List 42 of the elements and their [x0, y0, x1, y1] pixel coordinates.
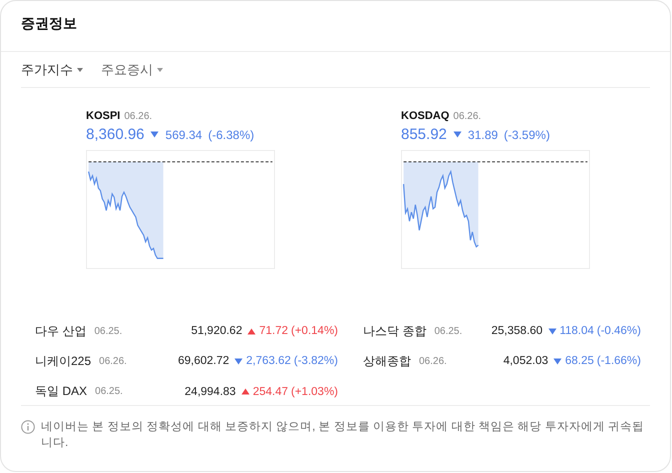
market-percent: (+0.14%): [291, 325, 338, 337]
market-percent: (-3.82%): [294, 355, 338, 368]
index-change: 569.34: [165, 128, 202, 142]
market-percent: (-0.46%): [596, 325, 641, 337]
market-date: 06.25.: [95, 386, 123, 398]
market-change: 71.72: [259, 325, 288, 337]
market-name: 나스닥 종합: [363, 322, 426, 340]
market-date: 06.25.: [434, 326, 462, 336]
market-name: 다우 산업: [35, 322, 86, 340]
index-percent: (-3.59%): [504, 128, 550, 142]
index-date: 06.26.: [453, 111, 482, 122]
index-name: KOSDAQ: [401, 110, 450, 122]
market-name: 상해종합: [363, 352, 411, 370]
market-value: 69,602.72: [176, 355, 230, 368]
info-icon: [21, 420, 35, 434]
index-percent: (-6.38%): [208, 128, 254, 142]
market-change: 68.25: [565, 355, 594, 368]
dropdown-tab[interactable]: 주가지수: [21, 60, 83, 78]
dropdown-tab[interactable]: 주요증시: [101, 60, 163, 78]
market-change: 2,763.62: [246, 355, 291, 368]
caret-icon: [77, 68, 83, 72]
index-value: 8,360.96: [86, 126, 144, 143]
market-date: 06.25.: [94, 326, 122, 336]
market-change: 118.04: [560, 325, 594, 337]
caret-icon: [157, 68, 163, 72]
market-value: 25,358.60: [490, 325, 543, 337]
disclaimer-text: 네이버는 본 정보의 정확성에 대해 보증하지 않으며, 본 정보를 이용한 투자에 대한 책임은 해당 투자자에게 귀속됩니다.: [41, 420, 646, 451]
market-change: 254.47: [252, 386, 288, 398]
market-percent: (+1.03%): [291, 386, 338, 398]
market-name: 니케이225: [35, 352, 92, 370]
market-name: 독일 DAX: [35, 383, 88, 400]
market-percent: (-1.66%): [596, 355, 641, 368]
market-value: 24,994.83: [184, 386, 236, 398]
market-value: 51,920.62: [190, 325, 242, 337]
index-change: 31.89: [468, 128, 498, 142]
index-date: 06.26.: [124, 111, 152, 122]
index-value: 855.92: [401, 126, 447, 143]
market-date: 06.26.: [99, 356, 127, 367]
card-title: 증권정보: [21, 15, 77, 33]
market-value: 4,052.03: [502, 355, 548, 368]
market-date: 06.26.: [419, 356, 447, 367]
index-name: KOSPI: [86, 110, 120, 122]
